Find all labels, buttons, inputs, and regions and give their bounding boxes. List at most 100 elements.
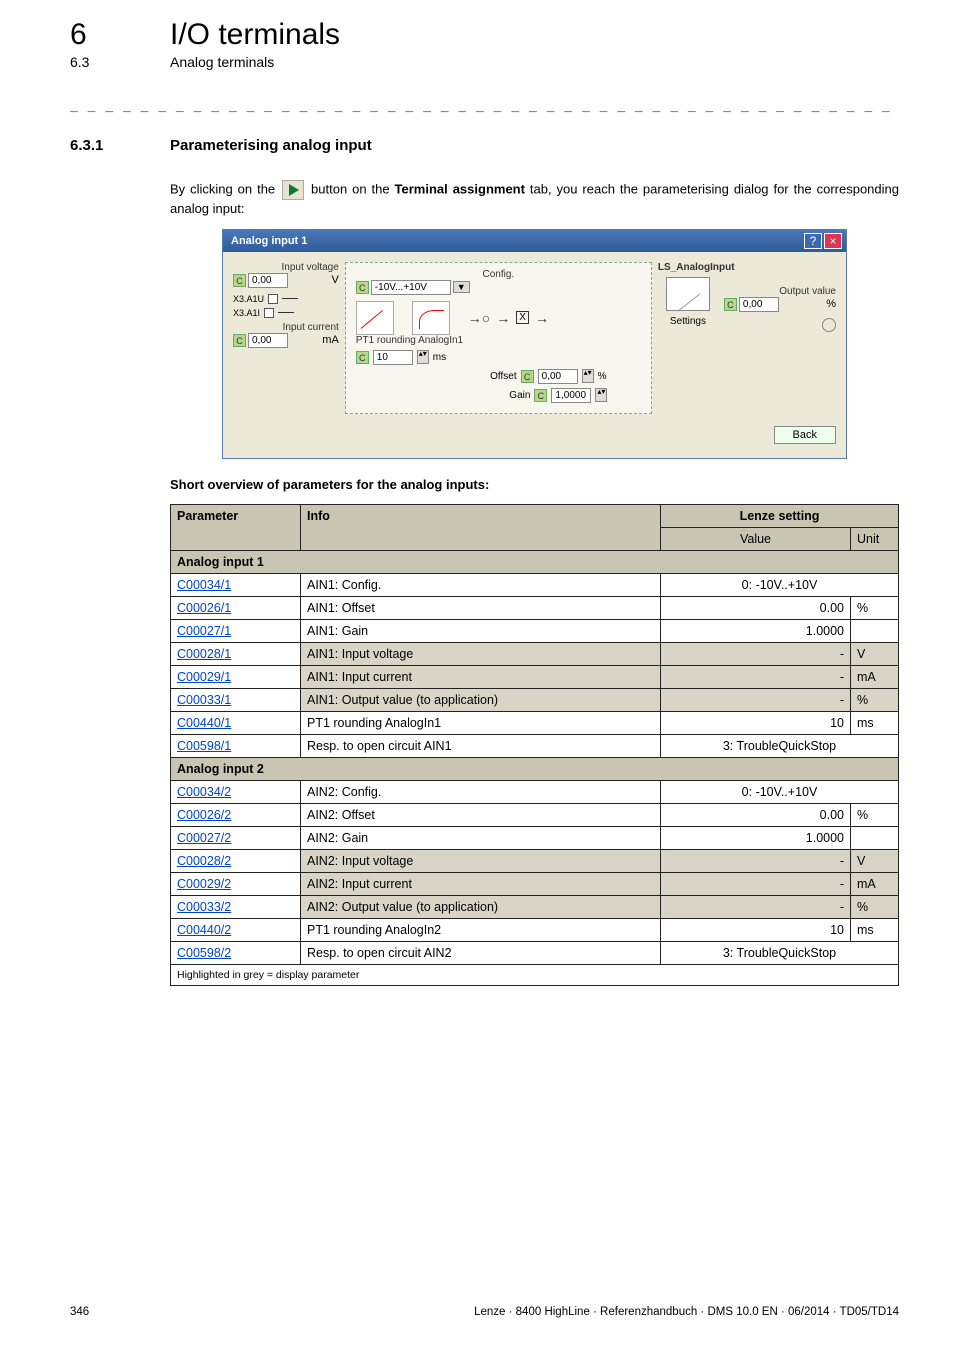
parameter-link[interactable]: C00034/2: [177, 785, 231, 799]
terminal-box-icon: [268, 294, 278, 304]
value-cell: 3: TroubleQuickStop: [661, 941, 899, 964]
analog-input-dialog: Analog input 1 ? × Input voltage C 0,00 …: [222, 229, 847, 459]
value-cell: -: [661, 895, 851, 918]
config-label: Config.: [356, 269, 641, 280]
unit-cell: mA: [851, 665, 899, 688]
input-voltage-unit: V: [331, 274, 338, 286]
parameter-link[interactable]: C00598/2: [177, 946, 231, 960]
input-current-label: Input current: [233, 322, 339, 333]
section-title: Analog terminals: [170, 54, 274, 70]
arrow-icon: →: [496, 310, 510, 326]
spinner-icon[interactable]: ▴▾: [417, 350, 429, 364]
subsection-heading: 6.3.1 Parameterising analog input: [70, 137, 899, 154]
parameter-link[interactable]: C00440/1: [177, 716, 231, 730]
terminal-a1u-label: X3.A1U: [233, 294, 264, 304]
value-cell: -: [661, 849, 851, 872]
separator-line: _ _ _ _ _ _ _ _ _ _ _ _ _ _ _ _ _ _ _ _ …: [70, 98, 899, 113]
parameter-link[interactable]: C00026/1: [177, 601, 231, 615]
terminal-box-icon: [264, 308, 274, 318]
pt1-field[interactable]: 10: [373, 350, 413, 365]
pt1-unit: ms: [433, 352, 446, 363]
dropdown-arrow-icon[interactable]: ▼: [453, 281, 470, 293]
parameter-link[interactable]: C00029/2: [177, 877, 231, 891]
value-cell: -: [661, 665, 851, 688]
c-tag-icon: C: [521, 370, 534, 383]
info-cell: AIN1: Input current: [301, 665, 661, 688]
help-icon[interactable]: ?: [804, 233, 822, 249]
input-voltage-field[interactable]: 0,00: [248, 273, 288, 288]
info-cell: AIN2: Config.: [301, 780, 661, 803]
settings-label: Settings: [658, 316, 718, 327]
parameter-link[interactable]: C00028/2: [177, 854, 231, 868]
parameter-link[interactable]: C00028/1: [177, 647, 231, 661]
c-tag-icon: C: [724, 298, 737, 311]
unit-cell: %: [851, 596, 899, 619]
input-current-field[interactable]: 0,00: [248, 333, 288, 348]
value-cell: 0: -10V..+10V: [661, 780, 899, 803]
unit-cell: [851, 826, 899, 849]
parameter-link[interactable]: C00029/1: [177, 670, 231, 684]
unit-cell: %: [851, 803, 899, 826]
arrow-icon: →○: [468, 310, 490, 326]
chapter-number: 6: [70, 18, 130, 52]
back-button[interactable]: Back: [774, 426, 836, 444]
intro-text-pre: By clicking on the: [170, 181, 280, 196]
table-footnote: Highlighted in grey = display parameter: [171, 964, 899, 985]
parameter-link[interactable]: C00034/1: [177, 578, 231, 592]
spinner-icon[interactable]: ▴▾: [595, 388, 607, 402]
parameter-link[interactable]: C00027/1: [177, 624, 231, 638]
parameter-link[interactable]: C00026/2: [177, 808, 231, 822]
c-tag-icon: C: [356, 351, 369, 364]
value-cell: 0.00: [661, 803, 851, 826]
intro-paragraph: By clicking on the button on the Termina…: [170, 180, 899, 219]
input-current-unit: mA: [322, 334, 339, 346]
parameter-link[interactable]: C00033/2: [177, 900, 231, 914]
info-cell: AIN1: Gain: [301, 619, 661, 642]
info-cell: Resp. to open circuit AIN1: [301, 734, 661, 757]
value-cell: 1.0000: [661, 619, 851, 642]
col-lenze-setting: Lenze setting: [661, 504, 899, 527]
config-dropdown[interactable]: -10V...+10V: [371, 280, 451, 295]
c-tag-icon: C: [233, 274, 246, 287]
node-x-icon: X: [516, 311, 529, 324]
page-number: 346: [70, 1306, 89, 1318]
value-cell: 10: [661, 711, 851, 734]
c-tag-icon: C: [233, 334, 246, 347]
value-cell: 0: -10V..+10V: [661, 573, 899, 596]
info-cell: AIN2: Offset: [301, 803, 661, 826]
unit-cell: V: [851, 642, 899, 665]
parameter-link[interactable]: C00598/1: [177, 739, 231, 753]
close-icon[interactable]: ×: [824, 233, 842, 249]
unit-cell: [851, 619, 899, 642]
ls-block-icon: [666, 277, 710, 311]
info-cell: PT1 rounding AnalogIn2: [301, 918, 661, 941]
input-voltage-label: Input voltage: [233, 262, 339, 273]
curve-graph-icon: [412, 301, 450, 335]
gain-field[interactable]: 1,0000: [551, 388, 591, 403]
value-cell: -: [661, 688, 851, 711]
info-cell: AIN1: Config.: [301, 573, 661, 596]
output-value-field: 0,00: [739, 297, 779, 312]
group-header: Analog input 1: [171, 550, 899, 573]
dialog-titlebar: Analog input 1 ? ×: [223, 230, 846, 252]
value-cell: -: [661, 642, 851, 665]
output-port-icon: [822, 318, 836, 332]
parameter-link[interactable]: C00033/1: [177, 693, 231, 707]
ls-block-label: LS_AnalogInput: [658, 262, 718, 273]
col-parameter: Parameter: [171, 504, 301, 550]
page-footer: 346 Lenze · 8400 HighLine · Referenzhand…: [70, 1306, 899, 1318]
terminal-a1i-label: X3.A1I: [233, 308, 260, 318]
value-cell: 1.0000: [661, 826, 851, 849]
footer-right-text: Lenze · 8400 HighLine · Referenzhandbuch…: [474, 1306, 899, 1318]
value-cell: -: [661, 872, 851, 895]
spinner-icon[interactable]: ▴▾: [582, 369, 594, 383]
unit-cell: %: [851, 895, 899, 918]
connector-line: [278, 312, 294, 313]
offset-field[interactable]: 0,00: [538, 369, 578, 384]
parameter-link[interactable]: C00027/2: [177, 831, 231, 845]
table-overview-heading: Short overview of parameters for the ana…: [170, 477, 899, 492]
output-value-unit: %: [826, 298, 836, 310]
parameter-link[interactable]: C00440/2: [177, 923, 231, 937]
dialog-title: Analog input 1: [231, 235, 307, 247]
info-cell: Resp. to open circuit AIN2: [301, 941, 661, 964]
